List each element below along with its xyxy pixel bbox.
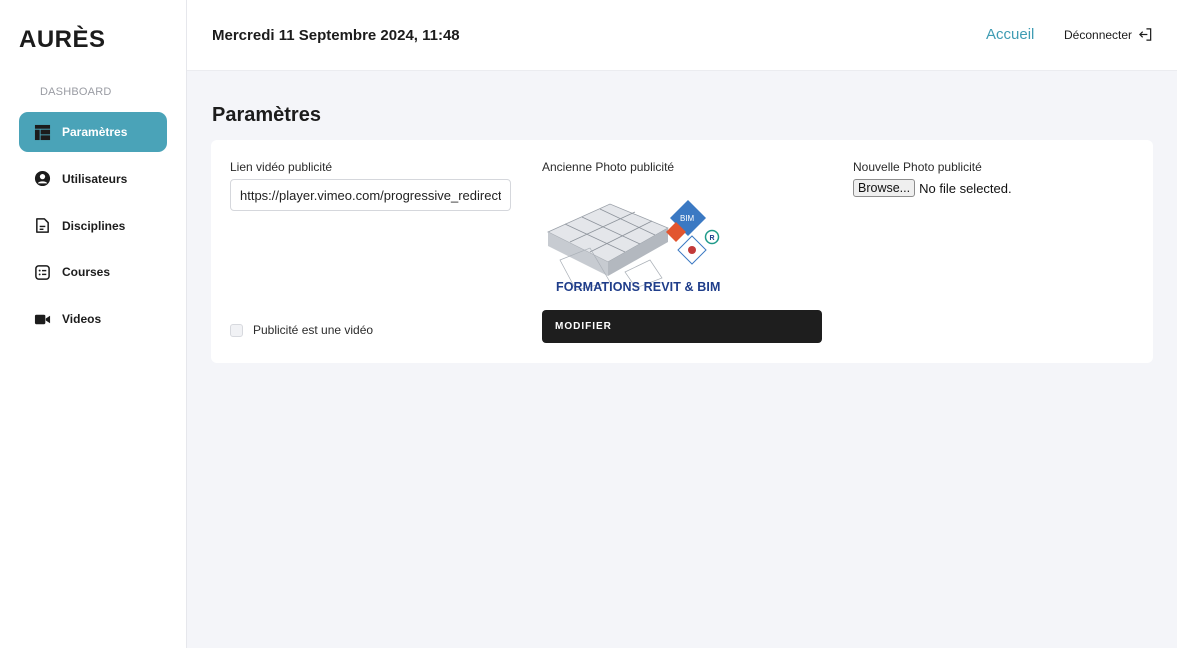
old-ad-photo-caption: FORMATIONS REVIT & BIM (556, 280, 721, 294)
sidebar-item-parametres[interactable]: Paramètres (19, 112, 167, 152)
sidebar-item-label: Videos (62, 312, 102, 327)
browse-button[interactable]: Browse... (853, 179, 916, 197)
sidebar-item-label: Disciplines (62, 218, 126, 233)
settings-card: Lien vidéo publicité Publicité est une v… (211, 140, 1153, 363)
old-photo-label: Ancienne Photo publicité (542, 160, 675, 174)
video-link-label: Lien vidéo publicité (230, 160, 333, 174)
new-photo-file-input[interactable]: Browse... No file selected. (853, 179, 1012, 197)
is-video-option[interactable]: Publicité est une vidéo (230, 323, 373, 337)
sidebar-item-videos[interactable]: Videos (19, 299, 167, 339)
list-card-icon (33, 263, 51, 281)
dashboard-section-label: DASHBOARD (40, 86, 112, 98)
sidebar-item-label: Courses (62, 265, 111, 280)
video-camera-icon (33, 310, 51, 328)
sidebar: AURÈS DASHBOARD Paramètres Utilisateurs … (0, 0, 187, 648)
document-icon (33, 217, 51, 235)
no-file-text: No file selected. (919, 180, 1012, 196)
logout-label: Déconnecter (1064, 27, 1133, 42)
page-title: Paramètres (212, 104, 321, 126)
sidebar-nav: Paramètres Utilisateurs Disciplines Cour… (19, 112, 167, 346)
logout-icon (1139, 28, 1152, 41)
is-video-label: Publicité est une vidéo (253, 323, 374, 337)
current-datetime: Mercredi 11 Septembre 2024, 11:48 (212, 27, 460, 44)
brand-logo: AURÈS (19, 26, 106, 53)
table-layout-icon (33, 123, 51, 141)
logout-button[interactable]: Déconnecter (1064, 27, 1153, 42)
new-photo-label: Nouvelle Photo publicité (853, 160, 982, 174)
sidebar-item-label: Utilisateurs (62, 171, 128, 186)
top-bar: Mercredi 11 Septembre 2024, 11:48 Accuei… (187, 0, 1177, 71)
sidebar-item-label: Paramètres (62, 125, 128, 139)
is-video-checkbox[interactable] (230, 323, 243, 337)
sidebar-item-utilisateurs[interactable]: Utilisateurs (19, 159, 167, 199)
home-link[interactable]: Accueil (986, 26, 1034, 43)
video-link-input[interactable] (230, 179, 511, 211)
sidebar-item-courses[interactable]: Courses (19, 252, 167, 292)
modifier-button[interactable]: MODIFIER (542, 310, 822, 343)
svg-text:BIM: BIM (680, 214, 695, 223)
user-circle-icon (33, 170, 51, 188)
sidebar-item-disciplines[interactable]: Disciplines (19, 206, 167, 246)
svg-text:R: R (710, 235, 715, 242)
